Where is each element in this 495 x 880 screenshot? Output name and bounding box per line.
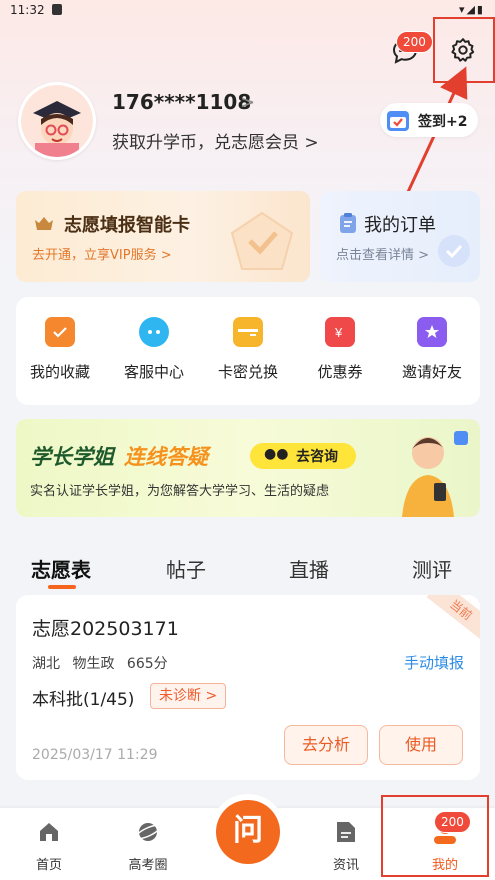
star-icon [417, 317, 447, 347]
quick-item-redeem[interactable]: 卡密兑换 [202, 317, 294, 382]
quick-item-label: 我的收藏 [29, 363, 90, 381]
tab-assessment[interactable]: 测评 [412, 554, 452, 583]
ask-center-button[interactable]: 问 [216, 800, 280, 864]
current-tag: 当前 [426, 595, 480, 641]
chevron-right-icon[interactable]: > [240, 92, 255, 113]
quick-item-favorites[interactable]: 我的收藏 [14, 317, 106, 382]
signin-label: 签到+2 [418, 114, 468, 130]
plan-name: 志愿202503171 [32, 618, 179, 640]
quick-item-coupons[interactable]: ¥ 优惠券 [294, 317, 386, 382]
plan-subjects: 物生政 [72, 656, 115, 672]
consult-button[interactable]: ●● 去咨询 [250, 443, 356, 469]
consult-label: 去咨询 [296, 449, 338, 465]
use-button[interactable]: 使用 [379, 725, 463, 765]
eyes-icon: ●● [264, 446, 289, 462]
planet-icon [135, 823, 161, 841]
quick-item-label: 客服中心 [123, 363, 184, 381]
crown-card-icon [35, 217, 53, 230]
signin-button[interactable]: 签到+2 [380, 103, 478, 137]
document-icon [337, 822, 355, 842]
plan-timestamp: 2025/03/17 11:29 [32, 747, 158, 763]
check-shield-icon [438, 235, 470, 267]
banner-title-part1: 学长学姐 [30, 445, 114, 469]
plan-province: 湖北 [32, 656, 60, 672]
chat-icon [139, 317, 169, 347]
plan-meta: 湖北 物生政 665分 [32, 653, 176, 673]
svg-text:¥: ¥ [334, 325, 343, 340]
card-icon [233, 317, 263, 347]
home-icon [40, 823, 58, 841]
quick-item-support[interactable]: 客服中心 [108, 317, 200, 382]
plan-batch: 本科批(1/45) [32, 690, 135, 710]
quick-item-label: 邀请好友 [401, 363, 462, 381]
vip-card[interactable]: 志愿填报智能卡 去开通，立享VIP服务 > [16, 191, 310, 282]
vip-card-subtitle: 去开通，立享VIP服务 > [32, 248, 172, 263]
student-illustration-icon [402, 431, 468, 517]
calendar-gift-icon [387, 111, 409, 131]
tab-live[interactable]: 直播 [289, 554, 329, 583]
coin-promo-link[interactable]: 获取升学币，兑志愿会员 > [112, 128, 319, 153]
quick-actions-bar: 我的收藏 客服中心 卡密兑换 ¥ 优惠券 邀请好友 [16, 297, 480, 405]
vip-decoration-icon [230, 211, 294, 270]
nav-circle-label: 高考圈 [128, 858, 168, 873]
nav-news-label: 资讯 [332, 858, 359, 873]
banner-subtitle: 实名认证学长学姐，为您解答大学学习、生活的疑虑 [30, 484, 330, 499]
banner-title-part2: 连线答疑 [124, 445, 208, 469]
orders-card-title: 我的订单 [364, 215, 436, 236]
avatar-illustration-icon [21, 85, 93, 157]
phone-number[interactable]: 176****1108 [112, 90, 251, 114]
vip-card-title: 志愿填报智能卡 [64, 215, 190, 236]
quick-item-invite[interactable]: 邀请好友 [386, 317, 478, 382]
quick-item-label: 优惠券 [317, 363, 363, 381]
manual-fill-link[interactable]: 手动填报 [404, 652, 464, 673]
tab-posts[interactable]: 帖子 [166, 554, 206, 583]
diagnosis-tag[interactable]: 未诊断 > [150, 683, 227, 709]
qa-banner[interactable]: 学长学姐 连线答疑 ●● 去咨询 实名认证学长学姐，为您解答大学学习、生活的疑虑 [16, 419, 480, 517]
coupon-icon: ¥ [325, 317, 355, 347]
mine-highlight-box [381, 795, 489, 877]
quick-item-label: 卡密兑换 [217, 363, 278, 381]
avatar[interactable] [18, 82, 96, 160]
orders-card[interactable]: 我的订单 点击查看详情 > [320, 191, 480, 282]
nav-circle[interactable]: 高考圈 [113, 820, 183, 873]
nav-home[interactable]: 首页 [14, 820, 84, 873]
nav-home-label: 首页 [35, 858, 62, 873]
tab-active-indicator [48, 585, 76, 589]
plan-score: 665分 [126, 656, 168, 672]
analyze-button[interactable]: 去分析 [284, 725, 368, 765]
folder-icon [45, 317, 75, 347]
nav-news[interactable]: 资讯 [311, 820, 381, 873]
orders-card-subtitle: 点击查看详情 > [336, 248, 430, 263]
clipboard-icon [340, 213, 356, 233]
tab-plans[interactable]: 志愿表 [31, 554, 91, 583]
plan-card[interactable]: 当前 志愿202503171 湖北 物生政 665分 手动填报 本科批(1/45… [16, 595, 480, 780]
